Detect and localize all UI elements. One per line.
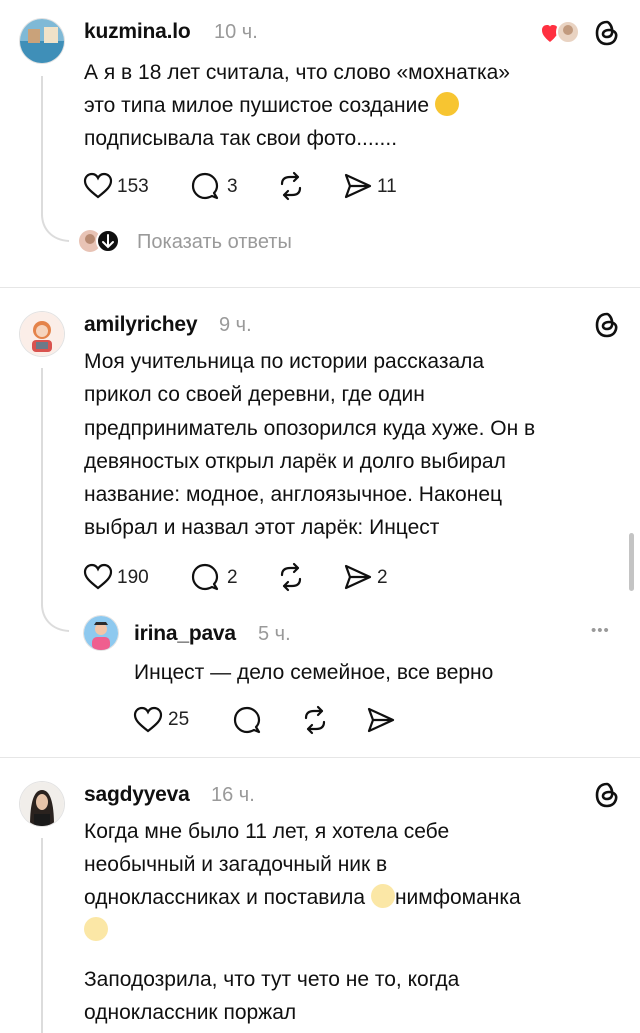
comment-icon[interactable] [190,171,220,201]
repost-icon[interactable] [276,562,306,592]
rolling-laughing-emoji [434,92,459,116]
comment-text-line: это типа милое пушистое создание [84,89,459,122]
heart-icon[interactable] [83,563,113,591]
share-icon[interactable] [366,705,396,735]
reply-count: 3 [227,176,238,197]
timestamp: 5 ч. [258,623,291,645]
comment-text-line: выбрал и назвал этот ларёк: Инцест [84,516,440,539]
avatar[interactable] [20,782,64,826]
share-count: 2 [377,567,388,588]
username[interactable]: amilyrichey [84,313,198,337]
comment-text-line: девяностых открыл ларёк и долго выбирал [84,450,506,473]
divider [0,757,640,758]
timestamp: 16 ч. [211,784,255,806]
dizzy-emoji [84,917,108,941]
avatar[interactable] [84,616,118,650]
timestamp: 10 ч. [214,21,258,43]
like-count: 190 [117,567,149,588]
share-count: 11 [377,176,397,197]
replier-avatars-icon[interactable] [78,228,122,254]
more-options-button[interactable]: ••• [591,622,610,639]
heart-icon[interactable] [133,706,163,734]
thread-line [41,368,43,606]
liked-by-author-icon [541,18,581,48]
repost-icon[interactable] [300,705,330,735]
comment-text-line: прикол со своей деревни, где один [84,383,425,406]
comment-text-line [84,914,108,947]
username[interactable]: sagdyyeva [84,783,190,807]
dizzy-emoji [370,884,395,908]
comment-text-line: предприниматель опозорился куда хуже. Он… [84,417,536,440]
reply-count: 2 [227,567,238,588]
repost-icon[interactable] [276,171,306,201]
like-count: 25 [168,709,190,730]
comment-text-line: необычный и загадочный ник в [84,853,388,876]
comment-text-line: одноклассниках и поставила нимфоманка [84,884,521,909]
comment-text-line: Моя учительница по истории рассказала [84,350,485,373]
threads-logo-icon[interactable] [593,311,621,339]
share-icon[interactable] [343,171,373,201]
comment-text-line: Заподозрила, что тут чето не то, когда [84,968,460,991]
threads-logo-icon[interactable] [593,19,621,47]
comment-icon[interactable] [190,562,220,592]
reply-text: Инцест — дело семейное, все верно [134,661,494,684]
show-replies-link[interactable]: Показать ответы [137,231,292,254]
heart-icon[interactable] [83,172,113,200]
comment-text-line: подписывала так свои фото....... [84,127,398,150]
avatar[interactable] [20,19,64,63]
comment-text-line: название: модное, англоязычное. Наконец [84,483,503,506]
avatar[interactable] [20,312,64,356]
thread-line-curve [41,214,70,242]
username[interactable]: kuzmina.lo [84,20,191,44]
comment-text-line: одноклассник поржал [84,1001,297,1024]
thread-line [41,76,43,216]
timestamp: 9 ч. [219,314,252,336]
comment-text-line: А я в 18 лет считала, что слово «мохнатк… [84,61,510,84]
share-icon[interactable] [343,562,373,592]
scrollbar[interactable] [629,533,634,591]
thread-line-curve [41,604,70,632]
like-count: 153 [117,176,149,197]
divider [0,287,640,288]
thread-line [41,838,43,1033]
comment-icon[interactable] [232,705,262,735]
comment-text-line: Когда мне было 11 лет, я хотела себе [84,820,450,843]
username[interactable]: irina_pava [134,622,236,646]
threads-logo-icon[interactable] [593,781,621,809]
